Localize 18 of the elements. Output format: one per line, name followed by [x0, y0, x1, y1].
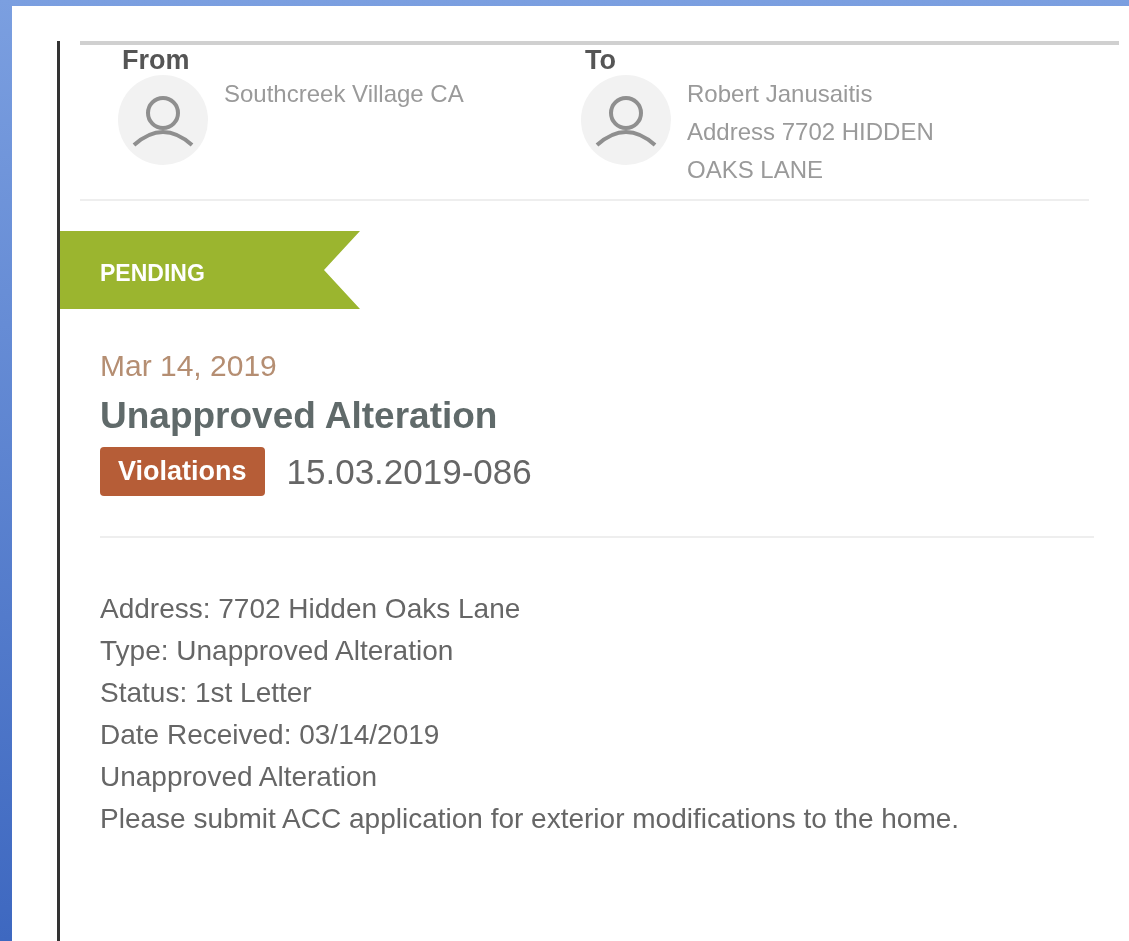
status-banner: PENDING	[60, 231, 360, 309]
user-icon	[118, 75, 208, 165]
category-tag: Violations	[100, 447, 265, 496]
sender-name: Southcreek Village CA	[224, 79, 464, 109]
detail-line: Date Received: 03/14/2019	[100, 718, 441, 752]
notice-date: Mar 14, 2019	[100, 349, 278, 383]
detail-line: Address: 7702 Hidden Oaks Lane	[100, 592, 522, 626]
detail-line: Please submit ACC application for exterior modifications to the home.	[100, 802, 961, 836]
recipient-name: Robert Janusaitis	[687, 79, 874, 109]
detail-line: Type: Unapproved Alteration	[100, 634, 455, 668]
from-label: From	[122, 45, 191, 75]
recipient-address: Address 7702 HIDDEN OAKS LANE	[687, 117, 935, 185]
detail-line: Unapproved Alteration	[100, 760, 379, 794]
detail-line: Status: 1st Letter	[100, 676, 313, 710]
reference-number: 15.03.2019-086	[286, 451, 532, 492]
user-icon	[581, 75, 671, 165]
to-label: To	[585, 45, 617, 75]
notice-title: Unapproved Alteration	[100, 395, 499, 437]
